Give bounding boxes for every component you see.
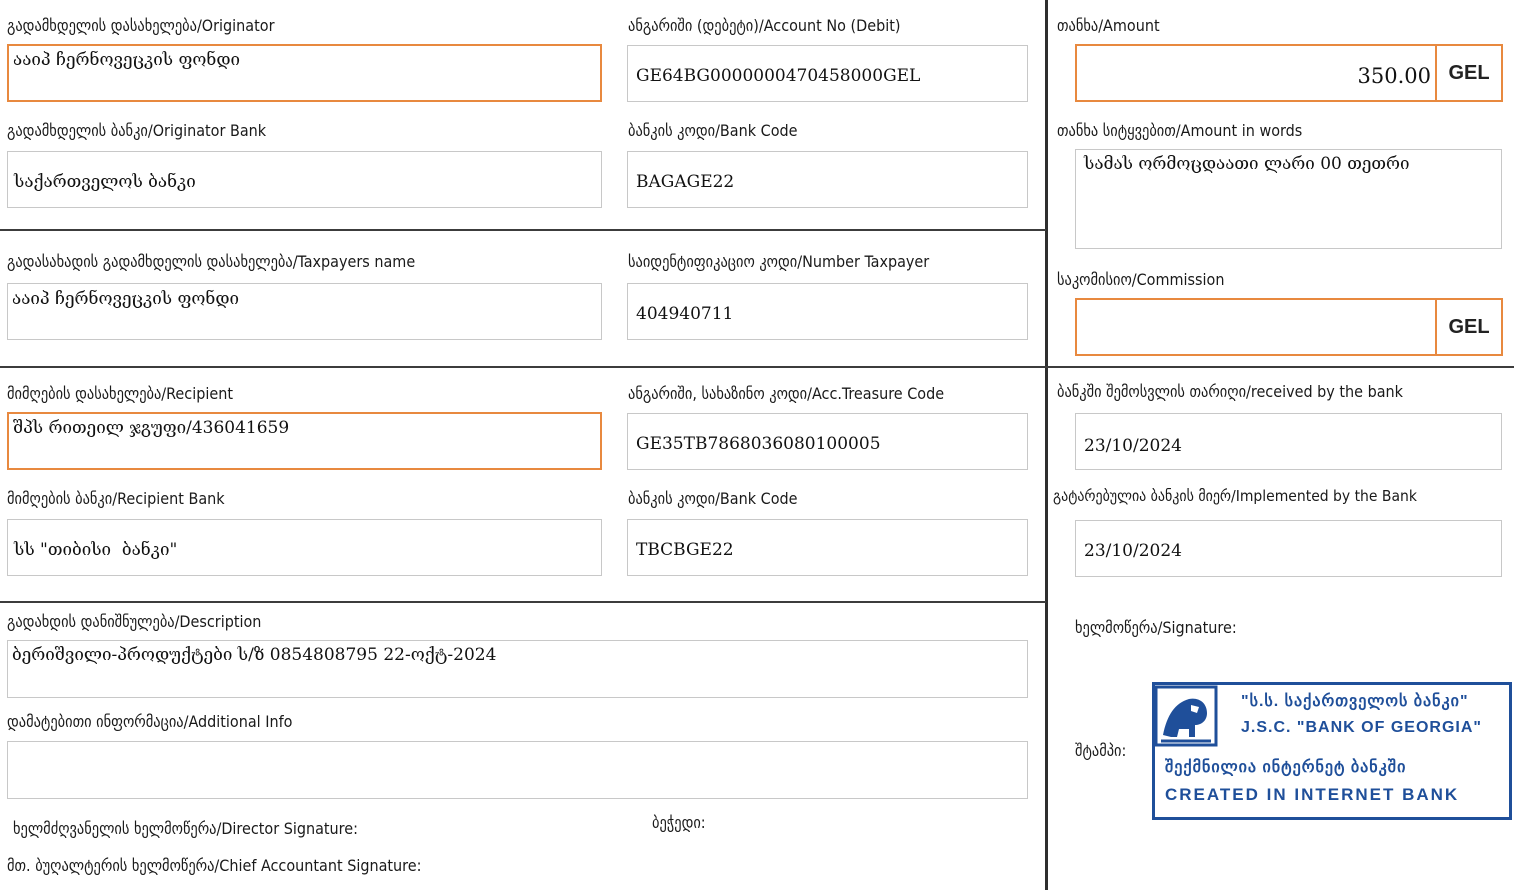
originator-field[interactable]: ააიპ ჩერნოვეცკის ფონდი [7, 44, 602, 102]
originator-bank-label: გადამხდელის ბანკი/Originator Bank [7, 121, 267, 140]
originator-bank-value: საქართველოს ბანკი [14, 172, 196, 192]
amount-words-field[interactable]: სამას ორმოცდაათი ლარი 00 თეთრი [1075, 149, 1502, 249]
taxpayer-id-value: 404940711 [636, 304, 734, 324]
received-date-field[interactable]: 23/10/2024 [1075, 413, 1502, 470]
additional-info-field[interactable] [7, 741, 1028, 799]
recipient-bank-code-field[interactable]: TBCBGE22 [627, 519, 1028, 576]
director-signature-label: ხელმძღვანელის ხელმოწერა/Director Signatu… [13, 819, 358, 838]
bank-stamp: "ს.ს. საქართველოს ბანკი" J.S.C. "BANK OF… [1152, 682, 1512, 820]
column-divider [1045, 0, 1048, 890]
description-field[interactable]: ბერიშვილი-პროდუქტები ს/ზ 0854808795 22-ო… [7, 640, 1028, 698]
taxpayer-field[interactable]: ააიპ ჩერნოვეცკის ფონდი [7, 283, 602, 340]
originator-bank-code-label: ბანკის კოდი/Bank Code [628, 121, 798, 140]
amount-words-value: სამას ორმოცდაათი ლარი 00 თეთრი [1084, 154, 1410, 174]
stamp-line-english-2: CREATED IN INTERNET BANK [1165, 785, 1460, 804]
stamp-line-english-1: J.S.C. "BANK OF GEORGIA" [1241, 719, 1482, 736]
amount-field[interactable]: 350.00 GEL [1075, 44, 1503, 102]
stamp-line-georgian-1: "ს.ს. საქართველოს ბანკი" [1241, 693, 1469, 710]
implemented-date-field[interactable]: 23/10/2024 [1075, 520, 1502, 577]
implemented-date-value: 23/10/2024 [1084, 541, 1182, 561]
recipient-bank-code-label: ბანკის კოდი/Bank Code [628, 489, 798, 508]
description-label: გადახდის დანიშნულება/Description [7, 612, 262, 631]
recipient-account-field[interactable]: GE35TB7868036080100005 [627, 413, 1028, 470]
commission-label: საკომისიო/Commission [1057, 270, 1225, 289]
recipient-bank-label: მიმღების ბანკი/Recipient Bank [7, 489, 225, 508]
originator-bank-code-value: BAGAGE22 [636, 172, 735, 192]
recipient-bank-value: სს "თიბისი ბანკი" [14, 540, 178, 560]
recipient-value: შპს რითეილ ჯგუფი/436041659 [13, 418, 290, 438]
commission-currency: GEL [1435, 300, 1501, 354]
account-debit-value: GE64BG0000000470458000GEL [636, 66, 921, 86]
taxpayer-value: ააიპ ჩერნოვეცკის ფონდი [12, 289, 240, 309]
amount-currency: GEL [1435, 46, 1501, 100]
stamp-line-georgian-2: შექმნილია ინტერნეტ ბანკში [1165, 759, 1407, 776]
received-date-value: 23/10/2024 [1084, 436, 1182, 456]
section-divider-3 [0, 601, 1046, 603]
taxpayer-label: გადასახადის გადამხდელის დასახელება/Taxpa… [7, 252, 416, 271]
account-debit-field[interactable]: GE64BG0000000470458000GEL [627, 45, 1028, 102]
recipient-field[interactable]: შპს რითეილ ჯგუფი/436041659 [7, 412, 602, 470]
chief-accountant-label: მთ. ბუღალტერის ხელმოწერა/Chief Accountan… [7, 856, 422, 875]
originator-bank-code-field[interactable]: BAGAGE22 [627, 151, 1028, 208]
recipient-account-value: GE35TB7868036080100005 [636, 434, 881, 454]
section-divider-1 [0, 229, 1046, 231]
description-value: ბერიშვილი-პროდუქტები ს/ზ 0854808795 22-ო… [12, 645, 497, 665]
account-debit-label: ანგარიში (დებეტი)/Account No (Debit) [628, 16, 901, 35]
originator-value: ააიპ ჩერნოვეცკის ფონდი [13, 50, 241, 70]
amount-value: 350.00 [1357, 64, 1431, 88]
additional-info-label: დამატებითი ინფორმაცია/Additional Info [7, 712, 293, 731]
recipient-label: მიმღების დასახელება/Recipient [7, 384, 233, 403]
section-divider-2 [0, 366, 1514, 368]
taxpayer-id-field[interactable]: 404940711 [627, 283, 1028, 340]
amount-label: თანხა/Amount [1057, 16, 1160, 35]
originator-bank-field[interactable]: საქართველოს ბანკი [7, 151, 602, 208]
commission-field[interactable]: GEL [1075, 298, 1503, 356]
stamp-label: შტამპი: [1075, 741, 1127, 760]
recipient-account-label: ანგარიში, სახაზინო კოდი/Acc.Treasure Cod… [628, 384, 945, 403]
originator-label: გადამხდელის დასახელება/Originator [7, 16, 275, 35]
received-date-label: ბანკში შემოსვლის თარიღი/received by the … [1057, 382, 1404, 401]
lion-logo-icon [1154, 685, 1218, 747]
recipient-bank-field[interactable]: სს "თიბისი ბანკი" [7, 519, 602, 576]
taxpayer-id-label: საიდენტიფიკაციო კოდი/Number Taxpayer [628, 252, 930, 271]
signature-label: ხელმოწერა/Signature: [1075, 618, 1237, 637]
implemented-date-label: გატარებულია ბანკის მიერ/Implemented by t… [1053, 487, 1417, 505]
amount-words-label: თანხა სიტყვებით/Amount in words [1057, 121, 1303, 140]
seal-label: ბეჭედი: [652, 813, 706, 832]
recipient-bank-code-value: TBCBGE22 [636, 540, 734, 560]
